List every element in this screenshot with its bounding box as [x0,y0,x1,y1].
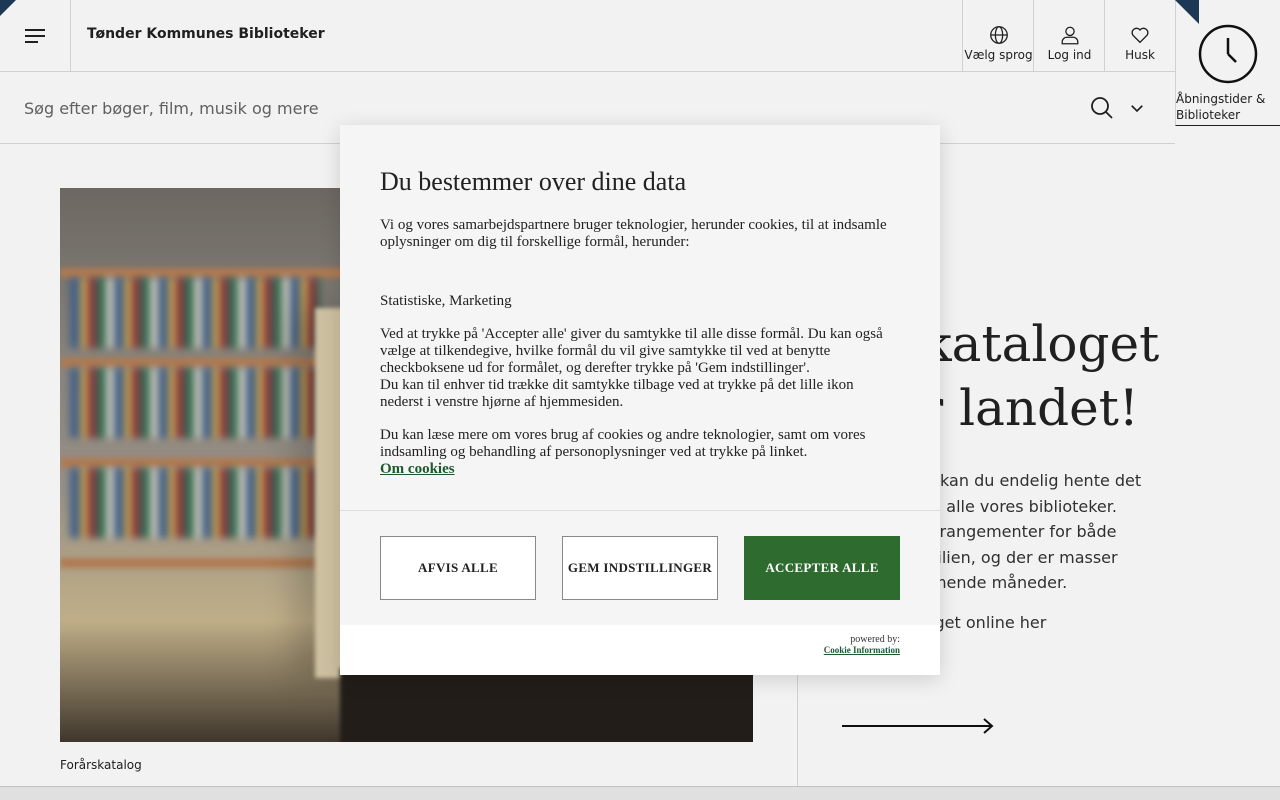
cookie-consent-dialog: Du bestemmer over dine data Vi og vores … [340,125,940,675]
about-cookies-link[interactable]: Om cookies [380,461,455,477]
dialog-title: Du bestemmer over dine data [380,167,687,196]
dialog-consent-text: Ved at trykke på 'Accepter alle' giver d… [380,326,883,376]
dialog-separator [340,510,940,511]
dialog-body: Vi og vores samarbejdspartnere bruger te… [380,217,900,478]
dialog-more-text: Du kan læse mere om vores brug af cookie… [380,427,866,460]
powered-by: powered by: Cookie Information [824,634,900,656]
dialog-footer: powered by: Cookie Information [340,625,940,675]
save-settings-button[interactable]: GEM INDSTILLINGER [562,536,718,600]
accept-all-button[interactable]: ACCEPTER ALLE [744,536,900,600]
dialog-purposes: Statistiske, Marketing [380,293,512,309]
reject-all-button[interactable]: AFVIS ALLE [380,536,536,600]
powered-by-label: powered by: [850,634,900,645]
cookie-information-link[interactable]: Cookie Information [824,645,900,655]
dialog-withdraw-text: Du kan til enhver tid trække dit samtykk… [380,377,854,410]
dialog-intro: Vi og vores samarbejdspartnere bruger te… [380,217,887,250]
